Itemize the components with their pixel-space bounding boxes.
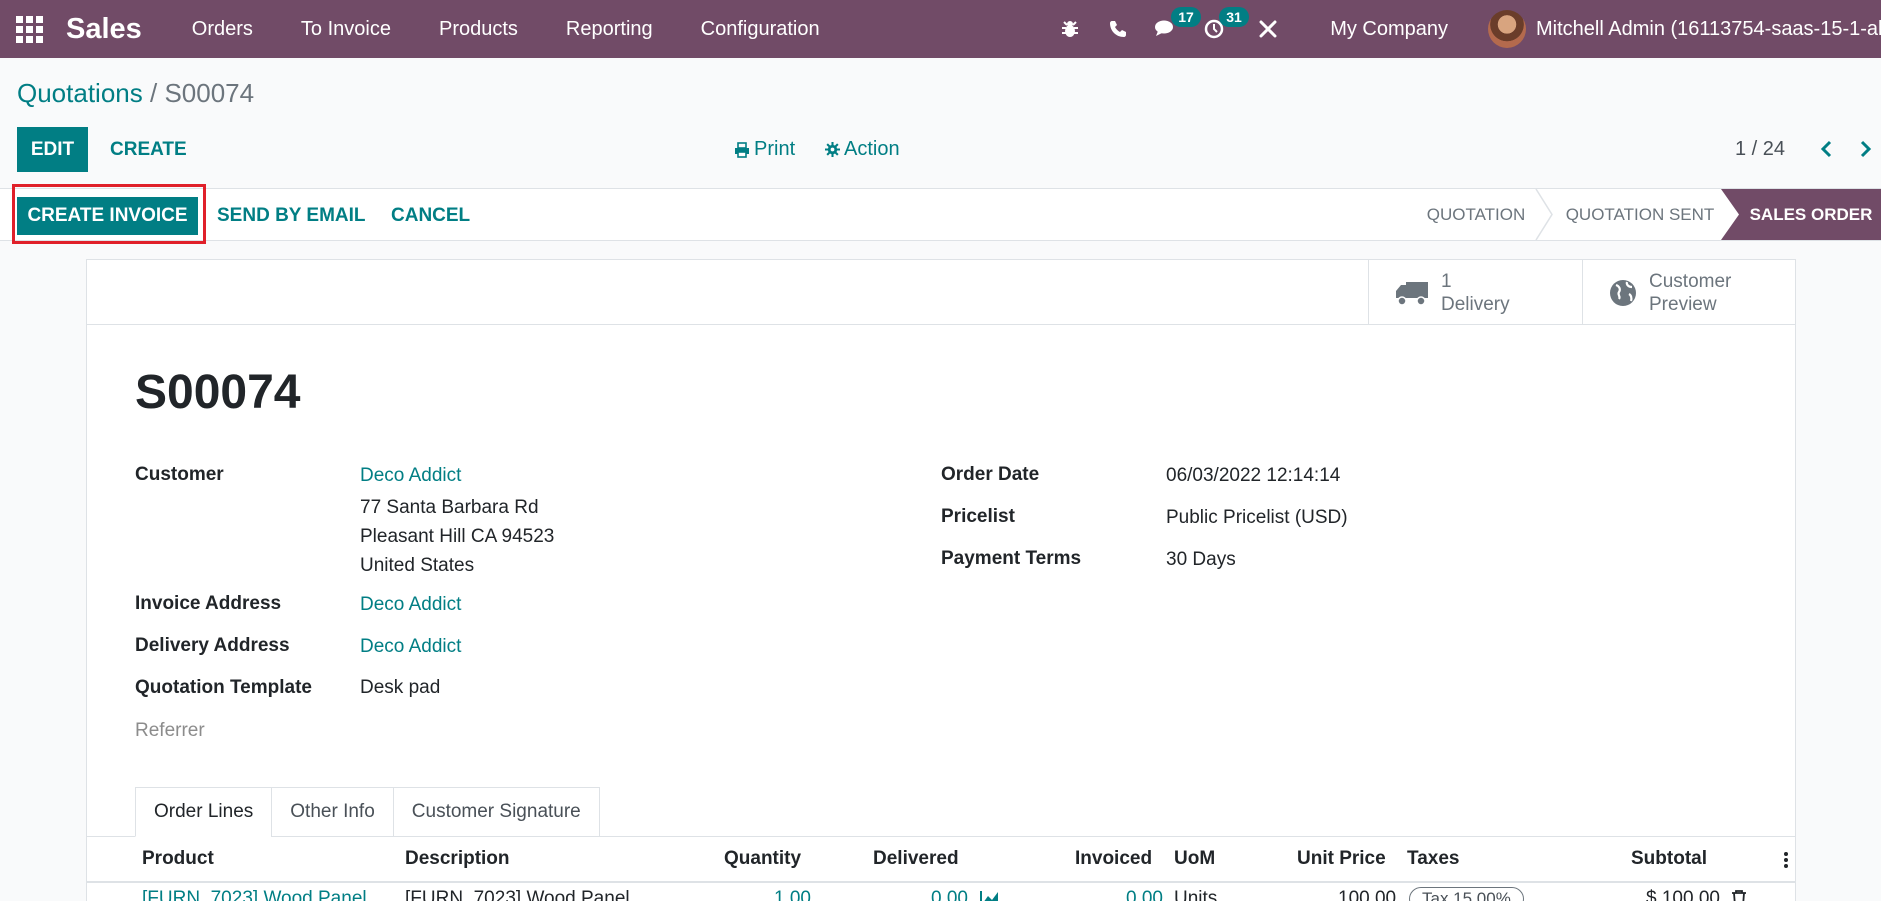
create-invoice-button[interactable]: CREATE INVOICE (17, 197, 198, 235)
form-sheet: 1 Delivery Customer Preview S00074 Custome… (86, 259, 1796, 901)
delivery-address-link[interactable]: Deco Addict (360, 636, 461, 658)
row-subtotal: $ 100.00 (1646, 888, 1720, 901)
customer-preview-smart-button[interactable]: Customer Preview (1582, 260, 1796, 325)
row-unit-price: 100.00 (1338, 888, 1397, 901)
top-navbar: Sales Orders To Invoice Products Reporti… (0, 0, 1881, 58)
tab-customer-signature[interactable]: Customer Signature (392, 787, 600, 837)
customer-link[interactable]: Deco Addict (360, 465, 461, 487)
menu-reporting[interactable]: Reporting (542, 0, 677, 58)
tab-other-info[interactable]: Other Info (271, 787, 394, 837)
invoice-address-link[interactable]: Deco Addict (360, 594, 461, 616)
tools-icon[interactable] (1244, 0, 1292, 58)
column-invoiced[interactable]: Invoiced (1075, 848, 1152, 870)
forecast-chart-icon[interactable] (980, 890, 1002, 901)
menu-to-invoice[interactable]: To Invoice (277, 0, 415, 58)
address-line-1: 77 Santa Barbara Rd (360, 497, 539, 518)
customer-preview-line1: Customer (1649, 270, 1732, 292)
pager-value: 1 / 24 (1735, 138, 1786, 160)
smart-button-box: 1 Delivery Customer Preview (87, 260, 1795, 325)
stage-sales-order-label: SALES ORDER (1749, 204, 1873, 224)
print-button[interactable]: Print (734, 127, 795, 172)
quotation-template-label: Quotation Template (135, 677, 312, 698)
column-quantity[interactable]: Quantity (724, 848, 801, 870)
pager-previous-icon[interactable] (1811, 133, 1841, 165)
referrer-label: Referrer (135, 720, 205, 741)
company-switcher[interactable]: My Company (1330, 18, 1448, 41)
order-date-label: Order Date (941, 464, 1040, 485)
address-line-3: United States (360, 555, 475, 576)
pricelist-value: Public Pricelist (USD) (1166, 507, 1348, 528)
row-invoiced: 0.00 (1126, 888, 1163, 901)
row-tax-tag: Tax 15.00% (1409, 887, 1524, 901)
pricelist-label: Pricelist (941, 506, 1015, 527)
row-quantity: 1.00 (774, 888, 811, 901)
delivery-address-label: Delivery Address (135, 635, 290, 656)
order-date-value: 06/03/2022 12:14:14 (1166, 465, 1341, 486)
row-product[interactable]: [FURN_7023] Wood Panel (142, 888, 367, 901)
menu-products[interactable]: Products (415, 0, 542, 58)
stage-quotation[interactable]: QUOTATION (1410, 189, 1542, 240)
payment-terms-value: 30 Days (1166, 549, 1236, 570)
delete-line-trash-icon[interactable] (1731, 889, 1747, 901)
apps-menu-icon[interactable] (0, 0, 58, 58)
quotation-template-value: Desk pad (360, 677, 441, 698)
user-name: Mitchell Admin (16113754-saas-15-1-all (1536, 17, 1881, 40)
column-taxes[interactable]: Taxes (1407, 848, 1459, 870)
breadcrumb-current: S00074 (164, 78, 255, 108)
gear-icon (825, 142, 840, 157)
globe-icon (1609, 279, 1637, 307)
user-menu[interactable]: Mitchell Admin (16113754-saas-15-1-all (1488, 10, 1881, 48)
stage-sales-order[interactable]: SALES ORDER (1721, 189, 1881, 240)
order-name-title: S00074 (135, 366, 301, 419)
phone-icon[interactable] (1094, 0, 1142, 58)
payment-terms-label: Payment Terms (941, 548, 1082, 569)
messages-icon[interactable]: 17 (1142, 0, 1201, 58)
column-subtotal[interactable]: Subtotal (1631, 848, 1707, 870)
row-delivered: 0.00 (931, 888, 968, 901)
delivery-label: Delivery (1441, 293, 1510, 315)
optional-columns-icon[interactable] (1781, 850, 1791, 870)
delivery-smart-button[interactable]: 1 Delivery (1368, 260, 1582, 325)
send-by-email-button[interactable]: SEND BY EMAIL (217, 197, 366, 235)
breadcrumb-separator: / (149, 78, 158, 108)
edit-button[interactable]: EDIT (17, 127, 88, 172)
menu-configuration[interactable]: Configuration (677, 0, 844, 58)
row-description: [FURN_7023] Wood Panel (405, 888, 630, 901)
customer-preview-line2: Preview (1649, 293, 1717, 315)
form-statusbar: CREATE INVOICE SEND BY EMAIL CANCEL QUOT… (0, 188, 1881, 241)
column-delivered[interactable]: Delivered (873, 848, 959, 870)
print-label: Print (754, 138, 796, 160)
bug-icon[interactable] (1046, 0, 1094, 58)
action-label: Action (844, 138, 900, 160)
truck-icon (1395, 280, 1429, 306)
column-unit-price[interactable]: Unit Price (1297, 848, 1386, 870)
cancel-button[interactable]: CANCEL (391, 197, 470, 235)
navbar-systray: 17 31 My Company Mitchell Admin (1611375… (1046, 0, 1881, 58)
tab-order-lines[interactable]: Order Lines (135, 787, 273, 837)
breadcrumb-quotations[interactable]: Quotations (17, 78, 143, 108)
column-description[interactable]: Description (405, 848, 510, 870)
create-button[interactable]: CREATE (100, 127, 197, 172)
row-uom: Units (1174, 888, 1218, 901)
column-uom[interactable]: UoM (1174, 848, 1215, 870)
invoice-address-label: Invoice Address (135, 593, 282, 614)
user-avatar (1488, 10, 1526, 48)
print-icon (735, 141, 749, 158)
stage-divider-icon (1535, 189, 1553, 240)
notebook-tabs: Order Lines Other Info Customer Signatur… (135, 787, 600, 837)
app-brand[interactable]: Sales (66, 13, 142, 46)
table-header-divider (87, 881, 1795, 883)
menu-orders[interactable]: Orders (168, 0, 277, 58)
customer-label: Customer (135, 464, 224, 485)
action-button[interactable]: Action (825, 127, 900, 172)
stage-quotation-sent[interactable]: QUOTATION SENT (1556, 189, 1724, 240)
column-product[interactable]: Product (142, 848, 214, 870)
pager-next-icon[interactable] (1851, 133, 1881, 165)
breadcrumb: Quotations / S00074 (17, 78, 254, 109)
activities-clock-icon[interactable]: 31 (1190, 0, 1249, 58)
delivery-count: 1 (1441, 270, 1452, 292)
address-line-2: Pleasant Hill CA 94523 (360, 526, 555, 547)
